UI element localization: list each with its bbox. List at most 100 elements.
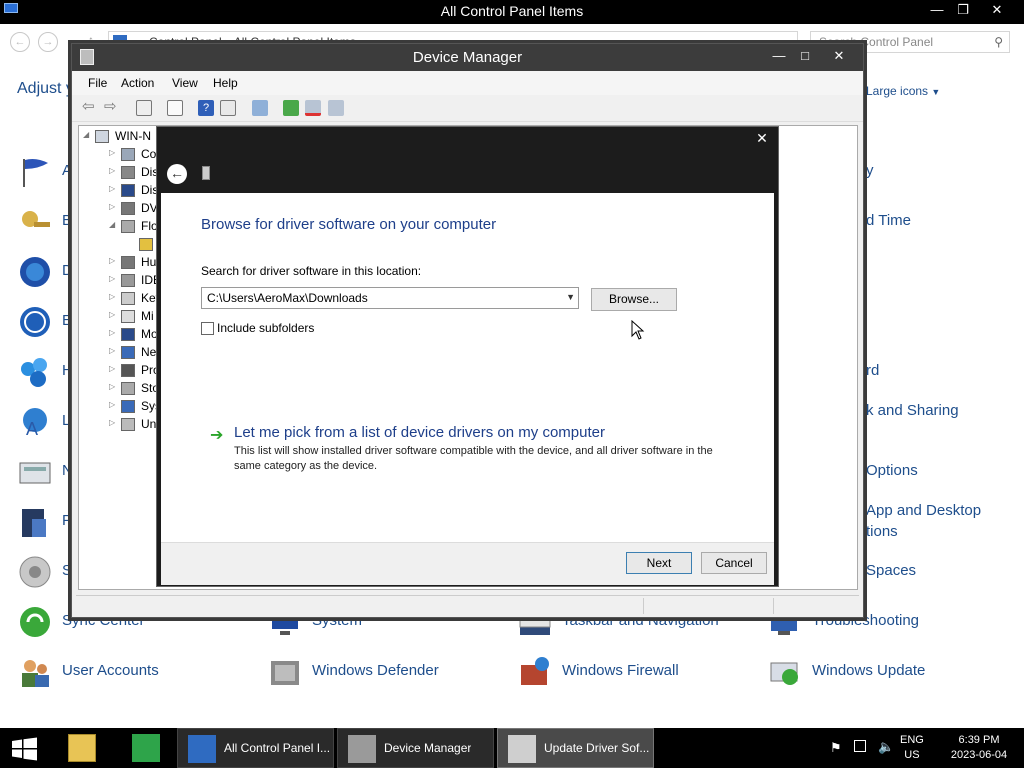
dm-maximize-button[interactable]: □: [790, 46, 820, 68]
taskbar-item-label: Device Manager: [384, 741, 472, 755]
browse-button[interactable]: Browse...: [591, 288, 677, 311]
taskbar-item-device-manager[interactable]: Device Manager: [337, 728, 494, 768]
network-icon: [18, 455, 52, 489]
expand-arrow-icon[interactable]: ▷: [109, 184, 115, 193]
expand-arrow-icon[interactable]: ▷: [109, 292, 115, 301]
toolbar-properties-icon[interactable]: [167, 100, 183, 116]
search-icon[interactable]: ⚲: [994, 35, 1003, 49]
tree-root-label: WIN-N: [115, 129, 151, 143]
cp-item-label: Windows Firewall: [562, 662, 679, 679]
taskbar-item-label: Update Driver Sof...: [544, 741, 650, 755]
expand-arrow-icon[interactable]: ▷: [109, 310, 115, 319]
toolbar-show-hide-icon[interactable]: [220, 100, 236, 116]
start-button[interactable]: [0, 728, 52, 768]
menu-action[interactable]: Action: [121, 76, 154, 90]
action-center-tray-icon[interactable]: ⚑: [830, 740, 842, 756]
cp-item-label: y: [866, 162, 874, 179]
back-icon[interactable]: ←: [10, 32, 30, 52]
dialog-back-button[interactable]: ←: [167, 164, 187, 184]
clock-date: 2023-06-04: [950, 749, 1008, 761]
chevron-down-icon[interactable]: ▼: [566, 292, 575, 302]
collapse-arrow-icon[interactable]: ◢: [83, 130, 89, 139]
taskbar-item-label: All Control Panel I...: [224, 741, 331, 755]
dm-close-button[interactable]: ✕: [824, 46, 854, 68]
toolbar-scan-hardware-icon[interactable]: [252, 100, 268, 116]
cp-item-label: d Time: [866, 212, 912, 229]
close-button[interactable]: ✕: [982, 0, 1012, 22]
expand-arrow-icon[interactable]: ▷: [109, 418, 115, 427]
windows-defender-icon: [268, 655, 302, 689]
toolbar-forward-icon[interactable]: ⇨: [104, 99, 120, 116]
expand-arrow-icon[interactable]: ▷: [109, 346, 115, 355]
file-explorer-taskbar-button[interactable]: [58, 728, 106, 768]
taskbar-item-control-panel[interactable]: All Control Panel I...: [177, 728, 334, 768]
volume-muted-tray-icon[interactable]: 🔈: [878, 739, 894, 755]
homegroup-icon: [18, 355, 52, 389]
toolbar-help-icon[interactable]: ?: [198, 100, 214, 116]
menu-view[interactable]: View: [172, 76, 198, 90]
network-tray-icon[interactable]: [854, 740, 866, 752]
dialog-close-button[interactable]: ✕: [747, 129, 777, 149]
control-panel-titlebar: All Control Panel Items — ❐ ✕: [0, 0, 1024, 24]
toolbar-disable-icon[interactable]: [328, 100, 344, 116]
expand-arrow-icon[interactable]: ▷: [109, 148, 115, 157]
expand-arrow-icon[interactable]: ▷: [109, 328, 115, 337]
taskbar-item-update-driver[interactable]: Update Driver Sof...: [497, 728, 654, 768]
storage-controller-icon: [121, 382, 135, 395]
taskbar: All Control Panel I... Device Manager Up…: [0, 728, 1024, 768]
collapse-arrow-icon[interactable]: ◢: [109, 220, 115, 229]
forward-icon[interactable]: →: [38, 32, 58, 52]
expand-arrow-icon[interactable]: ▷: [109, 202, 115, 211]
chevron-down-icon: ▼: [931, 87, 941, 97]
dvd-drive-icon: [121, 202, 135, 215]
language-indicator[interactable]: ENG US: [900, 733, 924, 763]
pick-from-list-link[interactable]: Let me pick from a list of device driver…: [234, 424, 605, 441]
cp-item-label: Options: [866, 462, 918, 479]
green-arrow-icon: ➔: [210, 427, 224, 444]
include-subfolders-label[interactable]: Include subfolders: [217, 321, 314, 335]
computer-node-icon: [121, 148, 135, 161]
device-manager-title: Device Manager: [412, 49, 523, 66]
restore-button[interactable]: ❐: [948, 0, 978, 22]
toolbar-update-driver-icon[interactable]: [283, 100, 299, 116]
expand-arrow-icon[interactable]: ▷: [109, 400, 115, 409]
menu-file[interactable]: File: [88, 76, 107, 90]
device-manager-icon: [348, 735, 376, 763]
toolbar-uninstall-icon[interactable]: [305, 100, 321, 116]
dialog-body: Browse for driver software on your compu…: [161, 193, 774, 542]
driver-path-value: C:\Users\AeroMax\Downloads: [207, 291, 368, 305]
driver-path-combobox[interactable]: C:\Users\AeroMax\Downloads ▼: [201, 287, 579, 309]
dialog-footer: Next Cancel: [161, 542, 774, 585]
ease-of-access-icon: [18, 305, 52, 339]
tree-node-label: Mi: [141, 309, 154, 323]
tree-node-label: Ne: [141, 345, 157, 359]
include-subfolders-checkbox[interactable]: [201, 322, 214, 335]
toolbar-back-icon[interactable]: ⇦: [82, 99, 98, 116]
view-by-dropdown[interactable]: Large icons ▼: [866, 84, 940, 98]
page-heading: Adjust y: [17, 80, 74, 97]
expand-arrow-icon[interactable]: ▷: [109, 364, 115, 373]
expand-arrow-icon[interactable]: ▷: [109, 166, 115, 175]
cp-item-label: User Accounts: [62, 662, 159, 679]
status-divider: [643, 598, 644, 614]
tree-node-label: Co: [141, 147, 157, 161]
expand-arrow-icon[interactable]: ▷: [109, 256, 115, 265]
device-icon: [202, 166, 210, 180]
expand-arrow-icon[interactable]: ▷: [109, 382, 115, 391]
view-by-value: Large icons: [866, 84, 929, 98]
next-button[interactable]: Next: [626, 552, 692, 574]
expand-arrow-icon[interactable]: ▷: [109, 274, 115, 283]
tree-node-label: Hu: [141, 255, 157, 269]
cp-item-label: rd: [866, 362, 880, 379]
disk-drive-icon: [121, 166, 135, 179]
toolbar-properties-grid-icon[interactable]: [136, 100, 152, 116]
clock[interactable]: 6:39 PM 2023-06-04: [944, 733, 1014, 763]
sync-center-icon: [18, 605, 52, 639]
cancel-button[interactable]: Cancel: [701, 552, 767, 574]
menu-help[interactable]: Help: [213, 76, 238, 90]
cp-item-label: tions: [866, 523, 898, 540]
store-icon: [132, 734, 160, 762]
cp-item-label: L: [62, 412, 71, 429]
monitor-icon: [121, 328, 135, 341]
store-taskbar-button[interactable]: [122, 728, 170, 768]
